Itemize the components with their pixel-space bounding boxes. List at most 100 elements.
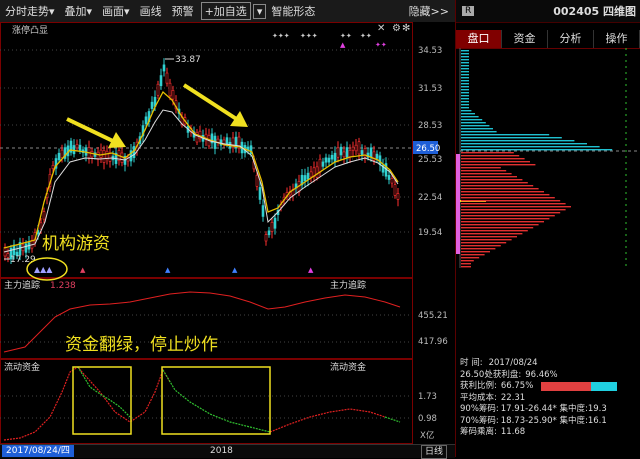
chip-bar bbox=[461, 203, 566, 205]
current-price: 26.50 bbox=[416, 144, 440, 154]
tb-alert[interactable]: 预警 bbox=[167, 3, 199, 19]
chip-bar bbox=[461, 170, 507, 172]
date-bar: 2017/08/24/四 2018 日线 bbox=[0, 444, 455, 459]
info-row: 获利比例: 66.75% bbox=[460, 381, 618, 393]
tb-overlay[interactable]: 叠加▾ bbox=[60, 3, 98, 19]
chip-bar bbox=[461, 167, 501, 169]
candle-body bbox=[357, 141, 361, 155]
chip-bar bbox=[461, 224, 539, 226]
tab-funds[interactable]: 资金 bbox=[502, 30, 548, 48]
chip-range-bar bbox=[456, 154, 460, 254]
chart-area[interactable]: 涨停凸显 ✕ ⚙ ✻ 34.53 31.53 28.53 25.53 22.54… bbox=[0, 22, 455, 444]
chip-bar bbox=[461, 260, 474, 262]
annotation-fund-green: 资金翻绿，停止炒作 bbox=[65, 335, 218, 355]
chip-bar bbox=[461, 152, 514, 154]
chip-bar bbox=[461, 122, 486, 124]
pin-icon[interactable]: ✻ bbox=[402, 23, 410, 34]
candle-body bbox=[156, 83, 160, 96]
candle-body bbox=[171, 90, 175, 100]
fund-line-green bbox=[77, 366, 271, 433]
chip-bar bbox=[461, 74, 469, 76]
candle-body bbox=[51, 165, 55, 169]
svg-text:✦✦: ✦✦ bbox=[340, 32, 352, 40]
chip-bar bbox=[461, 197, 555, 199]
chip-bar bbox=[461, 128, 493, 130]
current-date: 2017/08/24/四 bbox=[2, 445, 74, 457]
kline-chart[interactable]: 涨停凸显 ✕ ⚙ ✻ 34.53 31.53 28.53 25.53 22.54… bbox=[0, 22, 455, 444]
panel3-label: 0.98 bbox=[418, 414, 437, 424]
candle-body bbox=[60, 149, 64, 158]
info-row: 70%筹码: 18.73-25.90* 集中度:16.1 bbox=[460, 415, 607, 426]
chip-bar bbox=[461, 218, 550, 220]
candle-body bbox=[342, 151, 346, 158]
candle-body bbox=[159, 75, 163, 87]
chip-bar bbox=[461, 245, 501, 247]
tab-analysis[interactable]: 分析 bbox=[548, 30, 594, 48]
chip-bar bbox=[461, 248, 496, 250]
chip-bar bbox=[461, 107, 469, 109]
chip-bar bbox=[461, 77, 469, 79]
signal-marker: ▲ bbox=[232, 266, 238, 274]
panel2-label: 455.21 bbox=[418, 311, 448, 321]
price-label: 28.53 bbox=[418, 121, 442, 131]
candle-body bbox=[162, 64, 166, 72]
info-row: 平均成本: 22.31 bbox=[460, 392, 526, 403]
r-badge[interactable]: R bbox=[462, 6, 475, 16]
tab-order-book[interactable]: 盘口 bbox=[456, 30, 502, 48]
candle-body bbox=[165, 72, 169, 84]
chip-bar bbox=[461, 251, 490, 253]
candle-body bbox=[393, 184, 397, 196]
highlight-box bbox=[161, 366, 271, 435]
info-row: 筹码乘离: 11.68 bbox=[460, 427, 526, 437]
stock-header: R 002405 四维图 bbox=[456, 0, 640, 23]
gear-icon[interactable]: ⚙ bbox=[392, 23, 401, 34]
candle-body bbox=[261, 205, 265, 217]
candle-body bbox=[345, 147, 349, 158]
tb-timeshare[interactable]: 分时走势▾ bbox=[0, 3, 60, 19]
chip-bar bbox=[461, 98, 469, 100]
close-icon[interactable]: ✕ bbox=[377, 23, 385, 34]
candle-body bbox=[273, 217, 277, 229]
tb-smart-pattern[interactable]: 智能形态 bbox=[266, 3, 320, 19]
chip-bar bbox=[461, 59, 469, 61]
panel3-title: 流动资金 bbox=[4, 361, 40, 373]
highlight-box bbox=[72, 366, 132, 435]
chip-bar bbox=[461, 191, 544, 193]
chip-bar bbox=[461, 194, 550, 196]
svg-text:✻: ✻ bbox=[402, 23, 410, 34]
chip-bar bbox=[461, 50, 469, 52]
tb-view[interactable]: 画面▾ bbox=[97, 3, 135, 19]
right-panel: R 002405 四维图 盘口 资金 分析 操作 时 间: 2017/08/24 … bbox=[456, 0, 640, 457]
tb-hide[interactable]: 隐藏>> bbox=[409, 3, 455, 19]
info-row: 26.50处获利盘: 96.46% bbox=[460, 369, 558, 380]
chip-bar bbox=[461, 221, 544, 223]
candle-body bbox=[270, 222, 274, 232]
tb-add-watchlist[interactable]: +加自选 bbox=[200, 2, 251, 20]
candle-body bbox=[321, 161, 325, 167]
candle-body bbox=[225, 137, 229, 145]
tab-operation[interactable]: 操作 bbox=[594, 30, 640, 48]
tb-dropdown[interactable]: ▾ bbox=[252, 3, 267, 19]
chip-bar bbox=[461, 158, 525, 160]
chip-bar bbox=[461, 101, 469, 103]
chip-bar bbox=[461, 182, 528, 184]
candle-body bbox=[102, 150, 106, 163]
chip-bar bbox=[461, 68, 469, 70]
chip-bar bbox=[461, 131, 497, 133]
chip-bar bbox=[461, 140, 575, 142]
chip-bar bbox=[461, 143, 587, 145]
chip-bar bbox=[461, 236, 517, 238]
price-label: 19.54 bbox=[418, 228, 442, 238]
candle-body bbox=[327, 157, 331, 163]
chip-bar bbox=[461, 110, 472, 112]
svg-text:✦✦: ✦✦ bbox=[360, 32, 372, 40]
chip-bar bbox=[461, 119, 483, 121]
chip-bar bbox=[461, 71, 469, 73]
candle-body bbox=[351, 146, 355, 151]
chip-bar bbox=[461, 179, 523, 181]
candle-body bbox=[354, 144, 358, 152]
candle-body bbox=[387, 175, 391, 180]
tb-draw[interactable]: 画线 bbox=[135, 3, 167, 19]
panel3-unit: X亿 bbox=[420, 430, 434, 441]
signal-marker: ▲ bbox=[80, 266, 86, 274]
